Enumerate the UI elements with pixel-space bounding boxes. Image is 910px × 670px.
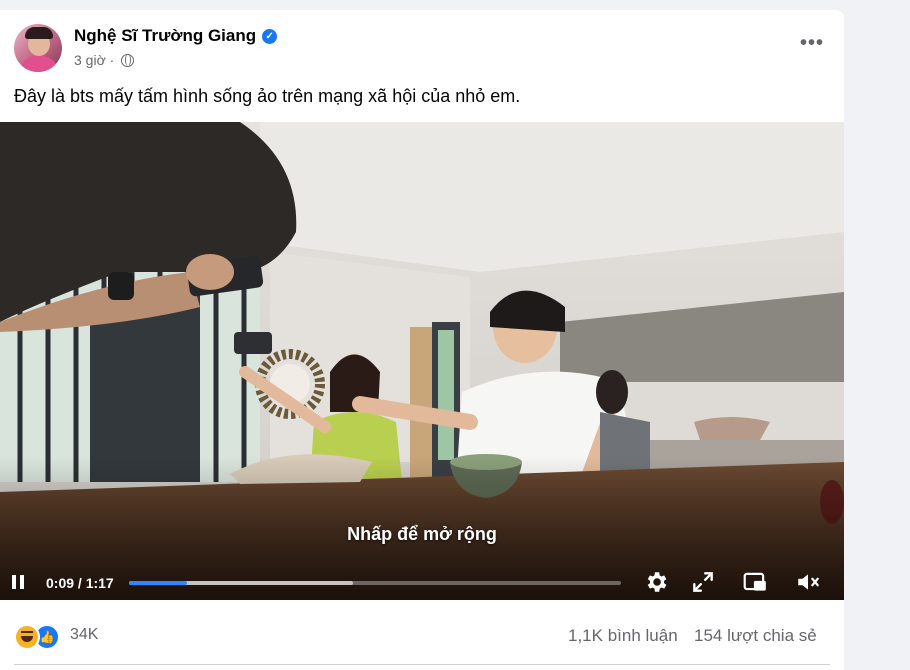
fullscreen-icon[interactable]: [690, 569, 716, 595]
expand-hint[interactable]: Nhấp để mở rộng: [0, 524, 844, 545]
divider: [14, 664, 830, 665]
settings-icon[interactable]: [643, 569, 669, 595]
progress-bar[interactable]: [129, 581, 621, 585]
played-bar: [129, 581, 187, 585]
reaction-count[interactable]: 34K: [70, 626, 98, 644]
pause-icon[interactable]: [12, 575, 24, 589]
post-card: Nghệ Sĩ Trường Giang ✓ 3 giờ · ••• Đây là…: [0, 10, 844, 670]
haha-icon: [14, 624, 40, 650]
author-name[interactable]: Nghệ Sĩ Trường Giang: [74, 26, 256, 45]
picture-in-picture-icon[interactable]: [742, 569, 768, 595]
more-options-button[interactable]: •••: [800, 32, 824, 55]
video-player[interactable]: Nhấp để mở rộng 0:09 / 1:17: [0, 122, 844, 600]
video-controls: 0:09 / 1:17: [0, 564, 844, 600]
globe-icon: [121, 54, 135, 67]
comment-count[interactable]: 1,1K bình luận: [568, 626, 678, 646]
post-time[interactable]: 3 giờ ·: [74, 52, 114, 68]
post-caption: Đây là bts mấy tấm hình sống ảo trên mạn…: [14, 86, 521, 106]
mute-icon[interactable]: [795, 569, 821, 595]
share-count[interactable]: 154 lượt chia sẻ: [694, 626, 817, 646]
post-footer: 👍 34K 1,1K bình luận 154 lượt chia sẻ: [0, 602, 844, 668]
author-avatar[interactable]: [14, 24, 62, 72]
video-time: 0:09 / 1:17: [46, 575, 114, 591]
author-name-row: Nghệ Sĩ Trường Giang ✓: [74, 26, 278, 46]
verified-icon: ✓: [262, 29, 278, 44]
post-meta: 3 giờ ·: [74, 52, 135, 68]
